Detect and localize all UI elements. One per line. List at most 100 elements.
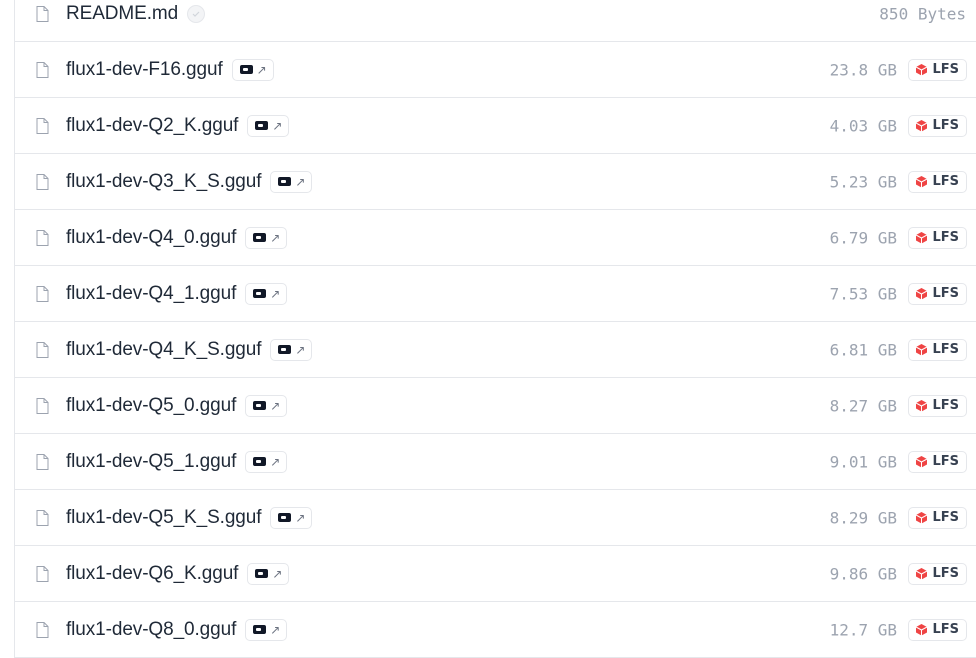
file-row: flux1-dev-Q5_K_S.gguf ↗ 8.29 GB LFS <box>15 490 976 546</box>
external-link-icon: ↗ <box>270 398 281 413</box>
file-name-wrap: flux1-dev-Q4_1.gguf ↗ <box>66 282 288 305</box>
xet-storage-icon <box>239 65 253 74</box>
xet-badge[interactable]: ↗ <box>245 394 288 417</box>
file-row: flux1-dev-Q5_0.gguf ↗ 8.27 GB LFS <box>15 378 976 434</box>
file-link[interactable]: flux1-dev-Q4_1.gguf <box>66 283 236 305</box>
verified-check-icon <box>187 4 206 23</box>
lfs-badge[interactable]: LFS <box>908 282 967 305</box>
lfs-cube-icon <box>916 568 928 580</box>
external-link-icon: ↗ <box>272 118 283 133</box>
lfs-badge[interactable]: LFS <box>908 562 967 585</box>
file-size: 9.01 GB <box>829 452 897 471</box>
xet-storage-icon <box>278 345 292 354</box>
file-link[interactable]: flux1-dev-Q8_0.gguf <box>66 619 236 641</box>
xet-storage-icon <box>255 569 269 578</box>
file-row: flux1-dev-Q2_K.gguf ↗ 4.03 GB LFS <box>15 98 976 154</box>
lfs-label: LFS <box>932 342 959 357</box>
file-icon <box>36 61 49 78</box>
file-size: 6.81 GB <box>829 340 897 359</box>
file-size: 850 Bytes <box>879 4 966 23</box>
external-link-icon: ↗ <box>270 454 281 469</box>
xet-badge[interactable]: ↗ <box>247 114 290 137</box>
file-name-wrap: flux1-dev-Q2_K.gguf ↗ <box>66 114 290 137</box>
xet-storage-icon <box>253 233 267 242</box>
file-icon <box>36 397 49 414</box>
lfs-badge[interactable]: LFS <box>908 114 967 137</box>
file-icon <box>36 509 49 526</box>
lfs-label: LFS <box>932 62 959 77</box>
lfs-cube-icon <box>916 344 928 356</box>
file-link[interactable]: flux1-dev-Q5_K_S.gguf <box>66 507 262 529</box>
file-size: 23.8 GB <box>829 60 897 79</box>
file-size: 8.29 GB <box>829 508 897 527</box>
file-icon <box>36 5 49 22</box>
lfs-cube-icon <box>916 64 928 76</box>
xet-storage-icon <box>278 513 292 522</box>
xet-badge[interactable]: ↗ <box>270 170 313 193</box>
lfs-label: LFS <box>932 174 959 189</box>
lfs-label: LFS <box>932 286 959 301</box>
lfs-badge[interactable]: LFS <box>908 506 967 529</box>
file-size: 4.03 GB <box>829 116 897 135</box>
external-link-icon: ↗ <box>295 510 306 525</box>
file-link[interactable]: flux1-dev-Q3_K_S.gguf <box>66 171 262 193</box>
xet-badge[interactable]: ↗ <box>270 338 313 361</box>
file-link[interactable]: flux1-dev-Q4_K_S.gguf <box>66 339 262 361</box>
file-icon <box>36 229 49 246</box>
file-name-wrap: flux1-dev-Q5_1.gguf ↗ <box>66 450 288 473</box>
lfs-cube-icon <box>916 624 928 636</box>
file-link[interactable]: flux1-dev-Q5_0.gguf <box>66 395 236 417</box>
lfs-badge[interactable]: LFS <box>908 58 967 81</box>
file-row: flux1-dev-Q4_K_S.gguf ↗ 6.81 GB LFS <box>15 322 976 378</box>
file-icon <box>36 565 49 582</box>
file-link[interactable]: flux1-dev-Q4_0.gguf <box>66 227 236 249</box>
lfs-badge[interactable]: LFS <box>908 450 967 473</box>
lfs-badge[interactable]: LFS <box>908 338 967 361</box>
file-size: 12.7 GB <box>829 620 897 639</box>
xet-storage-icon <box>253 289 267 298</box>
file-name-wrap: flux1-dev-Q4_0.gguf ↗ <box>66 226 288 249</box>
file-row: flux1-dev-Q6_K.gguf ↗ 9.86 GB LFS <box>15 546 976 602</box>
xet-badge[interactable]: ↗ <box>245 618 288 641</box>
file-link[interactable]: flux1-dev-Q6_K.gguf <box>66 563 238 585</box>
file-icon <box>36 621 49 638</box>
lfs-label: LFS <box>932 454 959 469</box>
lfs-label: LFS <box>932 230 959 245</box>
file-name-wrap: flux1-dev-Q8_0.gguf ↗ <box>66 618 288 641</box>
file-link[interactable]: flux1-dev-F16.gguf <box>66 59 223 81</box>
lfs-badge[interactable]: LFS <box>908 394 967 417</box>
lfs-label: LFS <box>932 566 959 581</box>
file-row: flux1-dev-F16.gguf ↗ 23.8 GB LFS <box>15 42 976 98</box>
xet-badge[interactable]: ↗ <box>270 506 313 529</box>
lfs-label: LFS <box>932 510 959 525</box>
lfs-cube-icon <box>916 288 928 300</box>
file-row: flux1-dev-Q4_0.gguf ↗ 6.79 GB LFS <box>15 210 976 266</box>
file-name-wrap: flux1-dev-F16.gguf ↗ <box>66 58 274 81</box>
lfs-cube-icon <box>916 176 928 188</box>
external-link-icon: ↗ <box>295 174 306 189</box>
file-list: README.md 850 Bytes flux1-dev-F16.gguf ↗… <box>14 0 976 658</box>
file-icon <box>36 117 49 134</box>
file-icon <box>36 285 49 302</box>
file-name-wrap: flux1-dev-Q3_K_S.gguf ↗ <box>66 170 313 193</box>
file-row-readme: README.md 850 Bytes <box>15 0 976 42</box>
xet-badge[interactable]: ↗ <box>245 226 288 249</box>
lfs-badge[interactable]: LFS <box>908 618 967 641</box>
lfs-cube-icon <box>916 512 928 524</box>
lfs-cube-icon <box>916 232 928 244</box>
file-icon <box>36 341 49 358</box>
file-link[interactable]: README.md <box>66 3 178 25</box>
file-icon <box>36 453 49 470</box>
file-link[interactable]: flux1-dev-Q2_K.gguf <box>66 115 238 137</box>
xet-storage-icon <box>255 121 269 130</box>
lfs-badge[interactable]: LFS <box>908 170 967 193</box>
xet-badge[interactable]: ↗ <box>231 58 274 81</box>
file-size: 9.86 GB <box>829 564 897 583</box>
xet-badge[interactable]: ↗ <box>245 450 288 473</box>
xet-badge[interactable]: ↗ <box>245 282 288 305</box>
xet-badge[interactable]: ↗ <box>247 562 290 585</box>
lfs-badge[interactable]: LFS <box>908 226 967 249</box>
external-link-icon: ↗ <box>295 342 306 357</box>
file-link[interactable]: flux1-dev-Q5_1.gguf <box>66 451 236 473</box>
xet-storage-icon <box>278 177 292 186</box>
